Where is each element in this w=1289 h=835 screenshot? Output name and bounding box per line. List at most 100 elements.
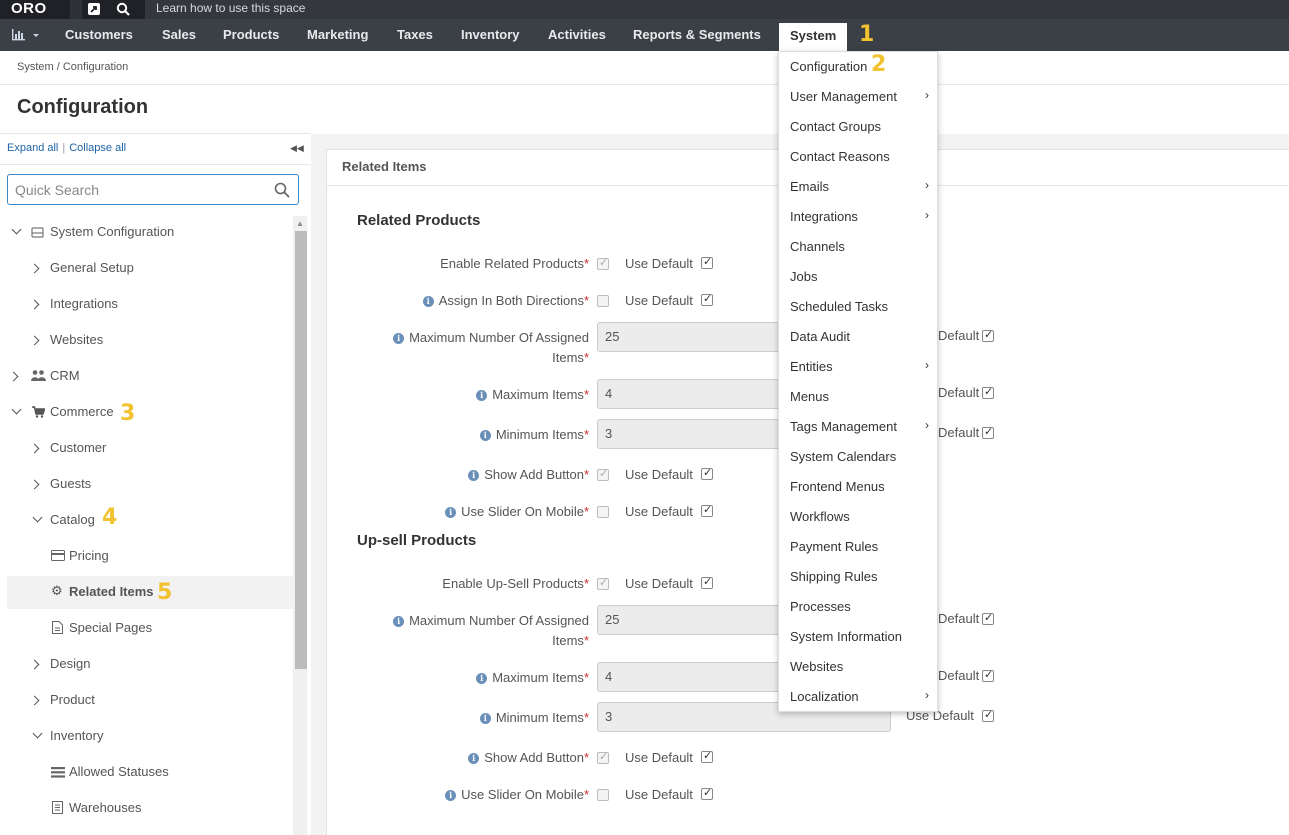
tree-item-general-setup[interactable]: General Setup (50, 258, 134, 278)
use-default-checkbox[interactable] (701, 749, 713, 763)
info-icon[interactable]: i (479, 713, 491, 724)
system-menu-item-menus[interactable]: Menus (790, 387, 829, 407)
dashboard-icon[interactable] (12, 28, 40, 45)
tree-item-design[interactable]: Design (50, 654, 90, 674)
value-checkbox[interactable] (597, 750, 609, 764)
system-menu-item-shipping-rules[interactable]: Shipping Rules (790, 567, 877, 587)
shortcuts-icon[interactable] (87, 2, 101, 16)
system-menu-item-emails[interactable]: Emails (790, 177, 829, 197)
chevron-down-icon[interactable] (32, 728, 43, 739)
info-icon[interactable]: i (479, 430, 491, 441)
tree-item-allowed-statuses[interactable]: Allowed Statuses (69, 762, 169, 782)
tree-item-catalog[interactable]: Catalog (50, 510, 95, 530)
quick-search-input[interactable] (8, 175, 258, 204)
info-icon[interactable]: i (445, 507, 457, 518)
system-menu-item-integrations[interactable]: Integrations (790, 207, 858, 227)
value-checkbox[interactable] (597, 789, 609, 801)
use-default-checkbox[interactable] (982, 385, 994, 399)
tree-item-product[interactable]: Product (50, 690, 95, 710)
system-menu-item-configuration[interactable]: Configuration (790, 57, 867, 77)
tree-item-guests[interactable]: Guests (50, 474, 91, 494)
info-icon[interactable]: i (468, 470, 480, 481)
value-checkbox[interactable] (597, 256, 609, 270)
use-default-checkbox[interactable] (701, 575, 713, 589)
chevron-right-icon[interactable] (29, 263, 40, 274)
use-default-checkbox[interactable] (982, 425, 994, 439)
tree-item-crm[interactable]: CRM (50, 366, 80, 386)
use-default-checkbox[interactable] (701, 503, 713, 517)
info-icon[interactable]: i (476, 390, 488, 401)
use-default-checkbox[interactable] (701, 786, 713, 800)
tree-item-inventory[interactable]: Inventory (50, 726, 103, 746)
use-default-checkbox[interactable] (701, 466, 713, 480)
tree-item-special-pages[interactable]: Special Pages (69, 618, 152, 638)
chevron-down-icon[interactable] (32, 512, 43, 523)
use-default-checkbox[interactable] (701, 292, 713, 306)
nav-reports-segments[interactable]: Reports & Segments (633, 19, 761, 51)
system-menu-item-entities[interactable]: Entities (790, 357, 833, 377)
system-menu-item-system-calendars[interactable]: System Calendars (790, 447, 896, 467)
nav-products[interactable]: Products (223, 19, 279, 51)
value-checkbox[interactable] (597, 295, 609, 307)
system-menu-item-processes[interactable]: Processes (790, 597, 851, 617)
tree-item-related-items[interactable]: Related Items (69, 582, 154, 602)
chevron-right-icon[interactable] (29, 299, 40, 310)
nav-marketing[interactable]: Marketing (307, 19, 368, 51)
system-menu-item-channels[interactable]: Channels (790, 237, 845, 257)
use-default-checkbox[interactable] (982, 328, 994, 342)
nav-customers[interactable]: Customers (65, 19, 133, 51)
chevron-right-icon[interactable] (29, 695, 40, 706)
system-menu-item-localization[interactable]: Localization (790, 687, 859, 707)
sidebar-scrollbar-thumb[interactable] (295, 231, 307, 669)
use-default-checkbox[interactable] (982, 611, 994, 625)
nav-activities[interactable]: Activities (548, 19, 606, 51)
search-icon[interactable] (116, 2, 130, 16)
tree-item-system-configuration[interactable]: System Configuration (50, 222, 174, 242)
nav-system[interactable]: System (779, 23, 848, 51)
help-hint[interactable]: Learn how to use this space (145, 0, 1289, 19)
info-icon[interactable]: i (445, 790, 457, 801)
info-icon[interactable]: i (468, 753, 480, 764)
tree-item-warehouses[interactable]: Warehouses (69, 798, 142, 818)
system-menu-item-websites[interactable]: Websites (790, 657, 843, 677)
chevron-right-icon[interactable] (8, 371, 19, 382)
oro-logo[interactable]: ORO (11, 0, 47, 19)
tree-item-integrations[interactable]: Integrations (50, 294, 118, 314)
chevron-right-icon[interactable] (29, 443, 40, 454)
tree-item-commerce[interactable]: Commerce (50, 402, 114, 422)
value-checkbox[interactable] (597, 576, 609, 590)
collapse-all-link[interactable]: Collapse all (69, 142, 126, 154)
tree-item-websites[interactable]: Websites (50, 330, 103, 350)
system-menu-item-data-audit[interactable]: Data Audit (790, 327, 850, 347)
chevron-right-icon[interactable] (29, 335, 40, 346)
use-default-checkbox[interactable] (982, 708, 994, 722)
expand-all-link[interactable]: Expand all (7, 142, 58, 154)
system-menu-item-tags-management[interactable]: Tags Management (790, 417, 897, 437)
system-menu-item-user-management[interactable]: User Management (790, 87, 897, 107)
value-checkbox[interactable] (597, 467, 609, 481)
chevron-right-icon[interactable] (29, 659, 40, 670)
system-menu-item-payment-rules[interactable]: Payment Rules (790, 537, 878, 557)
nav-taxes[interactable]: Taxes (397, 19, 433, 51)
system-menu-item-contact-reasons[interactable]: Contact Reasons (790, 147, 890, 167)
info-icon[interactable]: i (476, 673, 488, 684)
nav-inventory[interactable]: Inventory (461, 19, 520, 51)
system-menu-item-contact-groups[interactable]: Contact Groups (790, 117, 881, 137)
info-icon[interactable]: i (393, 616, 405, 627)
system-menu-item-workflows[interactable]: Workflows (790, 507, 850, 527)
system-menu-item-system-information[interactable]: System Information (790, 627, 902, 647)
chevron-down-icon[interactable] (11, 224, 22, 235)
collapse-sidebar-icon[interactable]: ◀◀ (290, 143, 304, 154)
search-icon[interactable] (274, 182, 290, 198)
system-menu-item-frontend-menus[interactable]: Frontend Menus (790, 477, 885, 497)
system-menu-item-scheduled-tasks[interactable]: Scheduled Tasks (790, 297, 888, 317)
use-default-checkbox[interactable] (982, 668, 994, 682)
chevron-right-icon[interactable] (29, 479, 40, 490)
tree-item-customer[interactable]: Customer (50, 438, 106, 458)
chevron-down-icon[interactable] (11, 404, 22, 415)
scroll-up-arrow-icon[interactable]: ▲ (296, 219, 304, 228)
nav-sales[interactable]: Sales (162, 19, 196, 51)
use-default-checkbox[interactable] (701, 255, 713, 269)
system-menu-item-jobs[interactable]: Jobs (790, 267, 817, 287)
tree-item-pricing[interactable]: Pricing (69, 546, 109, 566)
